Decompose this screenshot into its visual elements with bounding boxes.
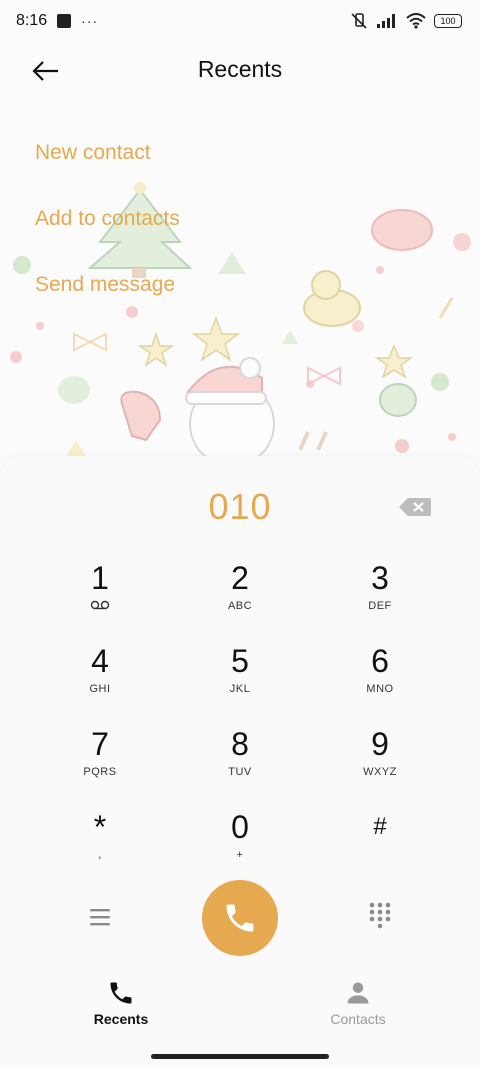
key-4[interactable]: 4 GHI: [40, 643, 160, 719]
tab-contacts-label: Contacts: [330, 1011, 386, 1027]
key-letters: MNO: [366, 683, 394, 695]
key-digit: 3: [371, 560, 389, 596]
key-letters: +: [236, 849, 244, 861]
key-digit: 0: [231, 809, 249, 845]
key-digit: 1: [91, 560, 109, 596]
key-digit: 8: [231, 726, 249, 762]
key-digit: 7: [91, 726, 109, 762]
key-digit: 4: [91, 643, 109, 679]
key-letters: JKL: [229, 683, 251, 695]
vibrate-off-icon: [351, 13, 367, 29]
tab-recents[interactable]: Recents: [61, 979, 181, 1027]
key-2[interactable]: 2 ABC: [180, 560, 300, 636]
key-letters: TUV: [228, 766, 252, 778]
status-time: 8:16: [16, 12, 48, 29]
key-5[interactable]: 5 JKL: [180, 643, 300, 719]
dialer-controls: [0, 871, 480, 961]
key-digit: 5: [231, 643, 249, 679]
backspace-icon[interactable]: [398, 496, 432, 518]
signal-icon: [377, 14, 395, 28]
header: Recents: [0, 48, 480, 94]
tab-recents-label: Recents: [93, 1011, 149, 1027]
key-digit: 9: [371, 726, 389, 762]
key-digit: 2: [231, 560, 249, 596]
home-indicator[interactable]: [151, 1054, 329, 1059]
battery-icon: 100: [434, 14, 462, 28]
menu-icon[interactable]: [86, 905, 114, 929]
more-notifications-icon: ···: [81, 13, 99, 29]
key-letters: ,: [98, 849, 102, 861]
key-letters: DEF: [368, 600, 392, 612]
key-letters: GHI: [89, 683, 111, 695]
status-bar: 8:16 ··· 100: [0, 0, 480, 42]
key-9[interactable]: 9 WXYZ: [320, 726, 440, 802]
key-3[interactable]: 3 DEF: [320, 560, 440, 636]
key-7[interactable]: 7 PQRS: [40, 726, 160, 802]
key-1[interactable]: 1: [40, 560, 160, 636]
phone-icon: [110, 982, 132, 1004]
key-6[interactable]: 6 MNO: [320, 643, 440, 719]
key-8[interactable]: 8 TUV: [180, 726, 300, 802]
add-to-contacts-link[interactable]: Add to contacts: [35, 206, 180, 272]
dialpad-icon[interactable]: [368, 901, 392, 929]
page-title: Recents: [197, 56, 283, 82]
call-button[interactable]: [202, 880, 278, 956]
key-letters: WXYZ: [363, 766, 397, 778]
new-contact-link[interactable]: New contact: [35, 140, 180, 206]
notification-app-icon: [57, 14, 72, 28]
key-digit: 6: [371, 643, 389, 679]
phone-icon: [226, 904, 254, 932]
number-actions-list: New contact Add to contacts Send message: [35, 140, 180, 338]
wifi-icon: [406, 13, 426, 29]
send-message-link[interactable]: Send message: [35, 272, 180, 338]
key-digit: *: [93, 809, 107, 845]
voicemail-icon: [90, 600, 110, 610]
key-digit: #: [373, 813, 387, 840]
person-icon: [347, 982, 369, 1004]
bottom-navigation: Recents Contacts: [0, 975, 480, 1035]
tab-contacts[interactable]: Contacts: [298, 979, 418, 1027]
key-letters: ABC: [227, 600, 253, 612]
key-letters: PQRS: [83, 766, 117, 778]
